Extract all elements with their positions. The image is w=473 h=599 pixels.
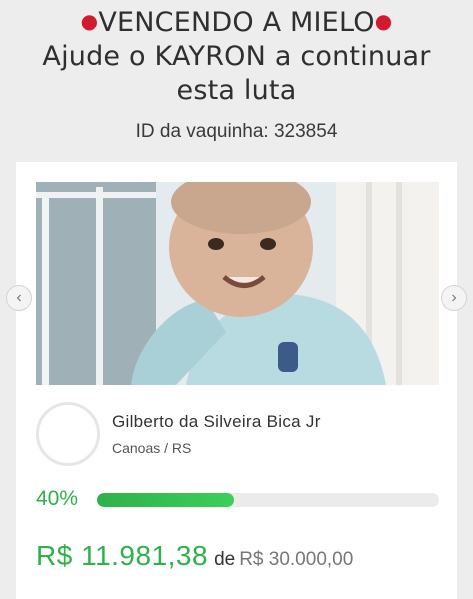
amount-raised: R$ 11.981,38 [36, 540, 209, 571]
amounts: R$ 11.981,38 de R$ 30.000,00 [36, 540, 353, 572]
amount-goal: R$ 30.000,00 [239, 549, 354, 570]
progress-bar-fill [97, 493, 234, 507]
creator-name: Gilberto da Silveira Bica Jr [112, 412, 321, 431]
title-line-2: Ajude o KAYRON a continuar [42, 41, 431, 72]
title-line-1: VENCENDO A MIELO [98, 7, 375, 38]
creator-info[interactable]: Gilberto da Silveira Bica Jr Canoas / RS [36, 402, 439, 466]
avatar [36, 402, 100, 466]
progress-bar [97, 493, 439, 507]
progress-percent: 40% [36, 487, 79, 510]
title-line-3: esta luta [176, 75, 297, 106]
campaign-photo[interactable] [36, 182, 439, 385]
amount-connector: de [214, 549, 236, 570]
campaign-title: ●VENCENDO A MIELO● Ajude o KAYRON a cont… [0, 4, 473, 108]
campaign-header: ●VENCENDO A MIELO● Ajude o KAYRON a cont… [0, 0, 473, 143]
child-photo-illustration [36, 182, 439, 385]
progress-row: 40% [36, 487, 439, 513]
boxing-glove-icon: ● [80, 9, 99, 33]
boxing-glove-icon: ● [374, 9, 393, 33]
gallery-prev-icon[interactable]: ‹ [6, 285, 32, 311]
creator-location: Canoas / RS [112, 440, 192, 456]
gallery-next-icon[interactable]: › [441, 285, 467, 311]
campaign-card: Gilberto da Silveira Bica Jr Canoas / RS… [16, 162, 457, 599]
campaign-id: ID da vaquinha: 323854 [135, 121, 338, 142]
